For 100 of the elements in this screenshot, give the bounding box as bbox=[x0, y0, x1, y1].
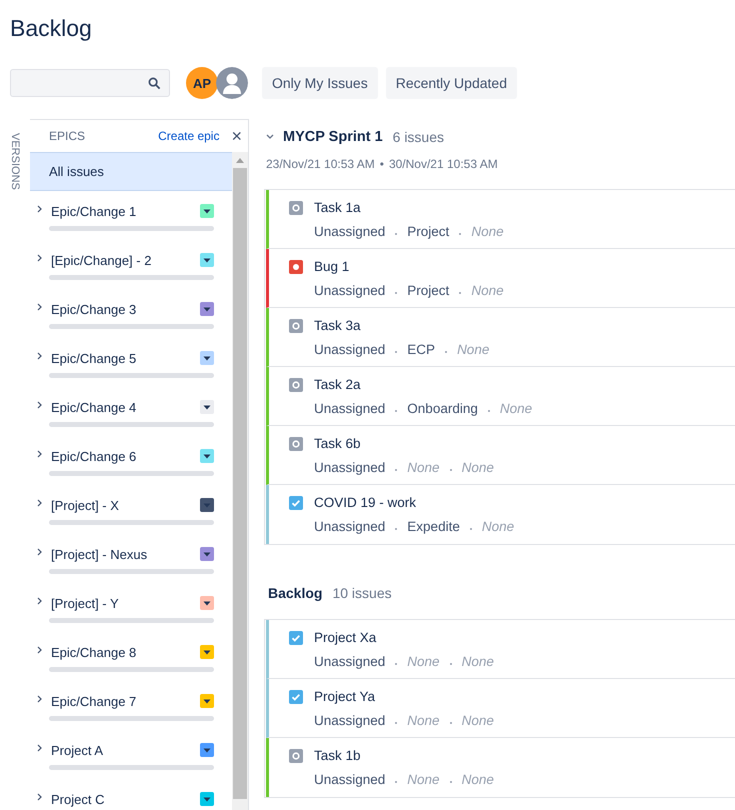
sprint-name: MYCP Sprint 1 bbox=[283, 129, 383, 145]
quick-filter-button[interactable]: Recently Updated bbox=[386, 67, 517, 99]
issue-field: None bbox=[471, 224, 504, 239]
issue-summary[interactable]: Task 6b bbox=[314, 436, 361, 451]
issue-summary[interactable]: Task 1b bbox=[314, 748, 361, 763]
issue-card[interactable]: Task 1a Unassigned Project None bbox=[266, 190, 735, 249]
separator-dot bbox=[459, 232, 462, 234]
epic-color-dropdown-icon[interactable] bbox=[200, 302, 214, 316]
issue-field: Unassigned bbox=[314, 224, 386, 239]
epic-name[interactable]: Project C bbox=[51, 792, 200, 806]
epic-color-dropdown-icon[interactable] bbox=[200, 596, 214, 610]
panel-title: EPICS bbox=[49, 129, 86, 143]
separator-dot bbox=[450, 780, 452, 782]
all-issues-item[interactable]: All issues bbox=[30, 152, 232, 191]
epic-color-dropdown-icon[interactable] bbox=[200, 498, 214, 512]
separator-dot bbox=[395, 780, 398, 782]
epic-color-dropdown-icon[interactable] bbox=[200, 351, 214, 365]
epic-color-dropdown-icon[interactable] bbox=[200, 792, 214, 806]
user-silhouette-icon[interactable] bbox=[216, 67, 248, 99]
chevron-icon[interactable] bbox=[37, 548, 43, 556]
epic-name[interactable]: [Project] - Y bbox=[51, 596, 200, 610]
issue-field: Unassigned bbox=[314, 772, 386, 787]
issue-summary[interactable]: Bug 1 bbox=[314, 259, 350, 274]
separator-dot: • bbox=[380, 157, 384, 171]
epic-color-dropdown-icon[interactable] bbox=[200, 743, 214, 757]
epic-color-dropdown-icon[interactable] bbox=[200, 645, 214, 659]
page-title: Backlog bbox=[10, 14, 93, 43]
chevron-icon[interactable] bbox=[37, 450, 43, 458]
issue-summary[interactable]: Project Ya bbox=[314, 689, 376, 704]
checkbox-type-icon bbox=[289, 630, 303, 644]
user-avatar[interactable]: AP bbox=[186, 67, 218, 99]
issue-summary[interactable]: Task 2a bbox=[314, 377, 361, 392]
issue-card[interactable]: Task 2a Unassigned Onboarding None bbox=[266, 367, 735, 426]
issue-summary[interactable]: COVID 19 - work bbox=[314, 495, 416, 510]
issue-summary[interactable]: Task 1a bbox=[314, 200, 361, 215]
chevron-icon[interactable] bbox=[37, 352, 43, 360]
checkbox-type-icon bbox=[289, 496, 303, 510]
epic-name[interactable]: [Epic/Change] - 2 bbox=[51, 252, 200, 268]
issue-count: 10 issues bbox=[332, 585, 392, 601]
chevron-icon[interactable] bbox=[37, 646, 43, 654]
issue-card[interactable]: Task 3a Unassigned ECP None bbox=[266, 308, 735, 367]
issue-card[interactable]: COVID 19 - work Unassigned Expedite None bbox=[266, 485, 735, 544]
create-epic-link[interactable]: Create epic bbox=[158, 129, 220, 143]
scrollbar[interactable] bbox=[232, 152, 248, 810]
epic-name[interactable]: Epic/Change 6 bbox=[51, 448, 200, 464]
chevron-icon[interactable] bbox=[37, 596, 43, 604]
issue-field: None bbox=[462, 654, 494, 669]
issue-field: None bbox=[407, 654, 440, 669]
task-type-icon bbox=[289, 748, 303, 762]
epic-color-dropdown-icon[interactable] bbox=[200, 253, 214, 267]
issue-card[interactable]: Task 6b Unassigned None None bbox=[266, 426, 735, 485]
issue-field: None bbox=[407, 460, 440, 475]
epic-name[interactable]: Project A bbox=[51, 742, 200, 758]
epic-name[interactable]: Epic/Change 7 bbox=[51, 694, 200, 708]
issue-count: 6 issues bbox=[392, 129, 444, 145]
issue-summary[interactable]: Task 3a bbox=[314, 318, 361, 333]
epic-color-dropdown-icon[interactable] bbox=[200, 400, 214, 414]
versions-tab[interactable]: VERSIONS bbox=[9, 133, 21, 190]
issue-summary[interactable]: Project Xa bbox=[314, 630, 376, 645]
issue-card[interactable]: Bug 1 Unassigned Project None bbox=[266, 249, 735, 308]
task-type-icon bbox=[289, 378, 303, 392]
separator-dot bbox=[395, 722, 398, 724]
epic-color-dropdown-icon[interactable] bbox=[200, 694, 214, 708]
issue-card[interactable]: Project Ya Unassigned None None bbox=[266, 679, 735, 738]
search-icon bbox=[148, 76, 161, 90]
epic-color-dropdown-icon[interactable] bbox=[200, 449, 214, 463]
issue-field: Unassigned bbox=[314, 342, 386, 357]
epic-color-dropdown-icon[interactable] bbox=[200, 204, 214, 218]
epic-name[interactable]: Epic/Change 3 bbox=[51, 302, 200, 316]
chevron-icon[interactable] bbox=[37, 694, 43, 702]
separator-dot bbox=[395, 468, 398, 470]
chevron-icon[interactable] bbox=[37, 792, 43, 800]
chevron-icon[interactable] bbox=[37, 254, 43, 262]
issue-field: Unassigned bbox=[314, 519, 386, 534]
issue-card[interactable]: Task 1b Unassigned None None bbox=[266, 738, 735, 797]
sprint-end-date: 30/Nov/21 10:53 AM bbox=[388, 157, 498, 171]
issue-field: None bbox=[500, 401, 532, 416]
search-field[interactable] bbox=[10, 69, 170, 97]
issue-card[interactable]: Project Xa Unassigned None None bbox=[266, 620, 735, 679]
chevron-icon[interactable] bbox=[37, 744, 43, 752]
chevron-icon[interactable] bbox=[37, 204, 43, 212]
chevron-icon[interactable] bbox=[37, 498, 43, 506]
bug-type-icon bbox=[289, 260, 303, 274]
epic-name[interactable]: Epic/Change 5 bbox=[51, 350, 200, 366]
chevron-icon[interactable] bbox=[37, 400, 43, 408]
epic-name[interactable]: [Project] - X bbox=[51, 498, 200, 512]
separator-dot bbox=[395, 350, 398, 352]
issue-field: None bbox=[407, 772, 440, 787]
epic-name[interactable]: Epic/Change 4 bbox=[51, 400, 200, 414]
issue-field: Unassigned bbox=[314, 401, 386, 416]
epic-name[interactable]: Epic/Change 1 bbox=[51, 204, 200, 218]
issue-field: Project bbox=[407, 224, 450, 239]
chevron-icon[interactable] bbox=[37, 302, 43, 310]
epic-color-dropdown-icon[interactable] bbox=[200, 547, 214, 561]
separator-dot bbox=[445, 350, 448, 352]
chevron-down-icon[interactable] bbox=[266, 134, 274, 140]
epic-name[interactable]: Epic/Change 8 bbox=[51, 644, 200, 660]
quick-filter-button[interactable]: Only My Issues bbox=[262, 67, 378, 99]
close-button[interactable]: × bbox=[225, 127, 248, 145]
epic-name[interactable]: [Project] - Nexus bbox=[51, 546, 200, 562]
